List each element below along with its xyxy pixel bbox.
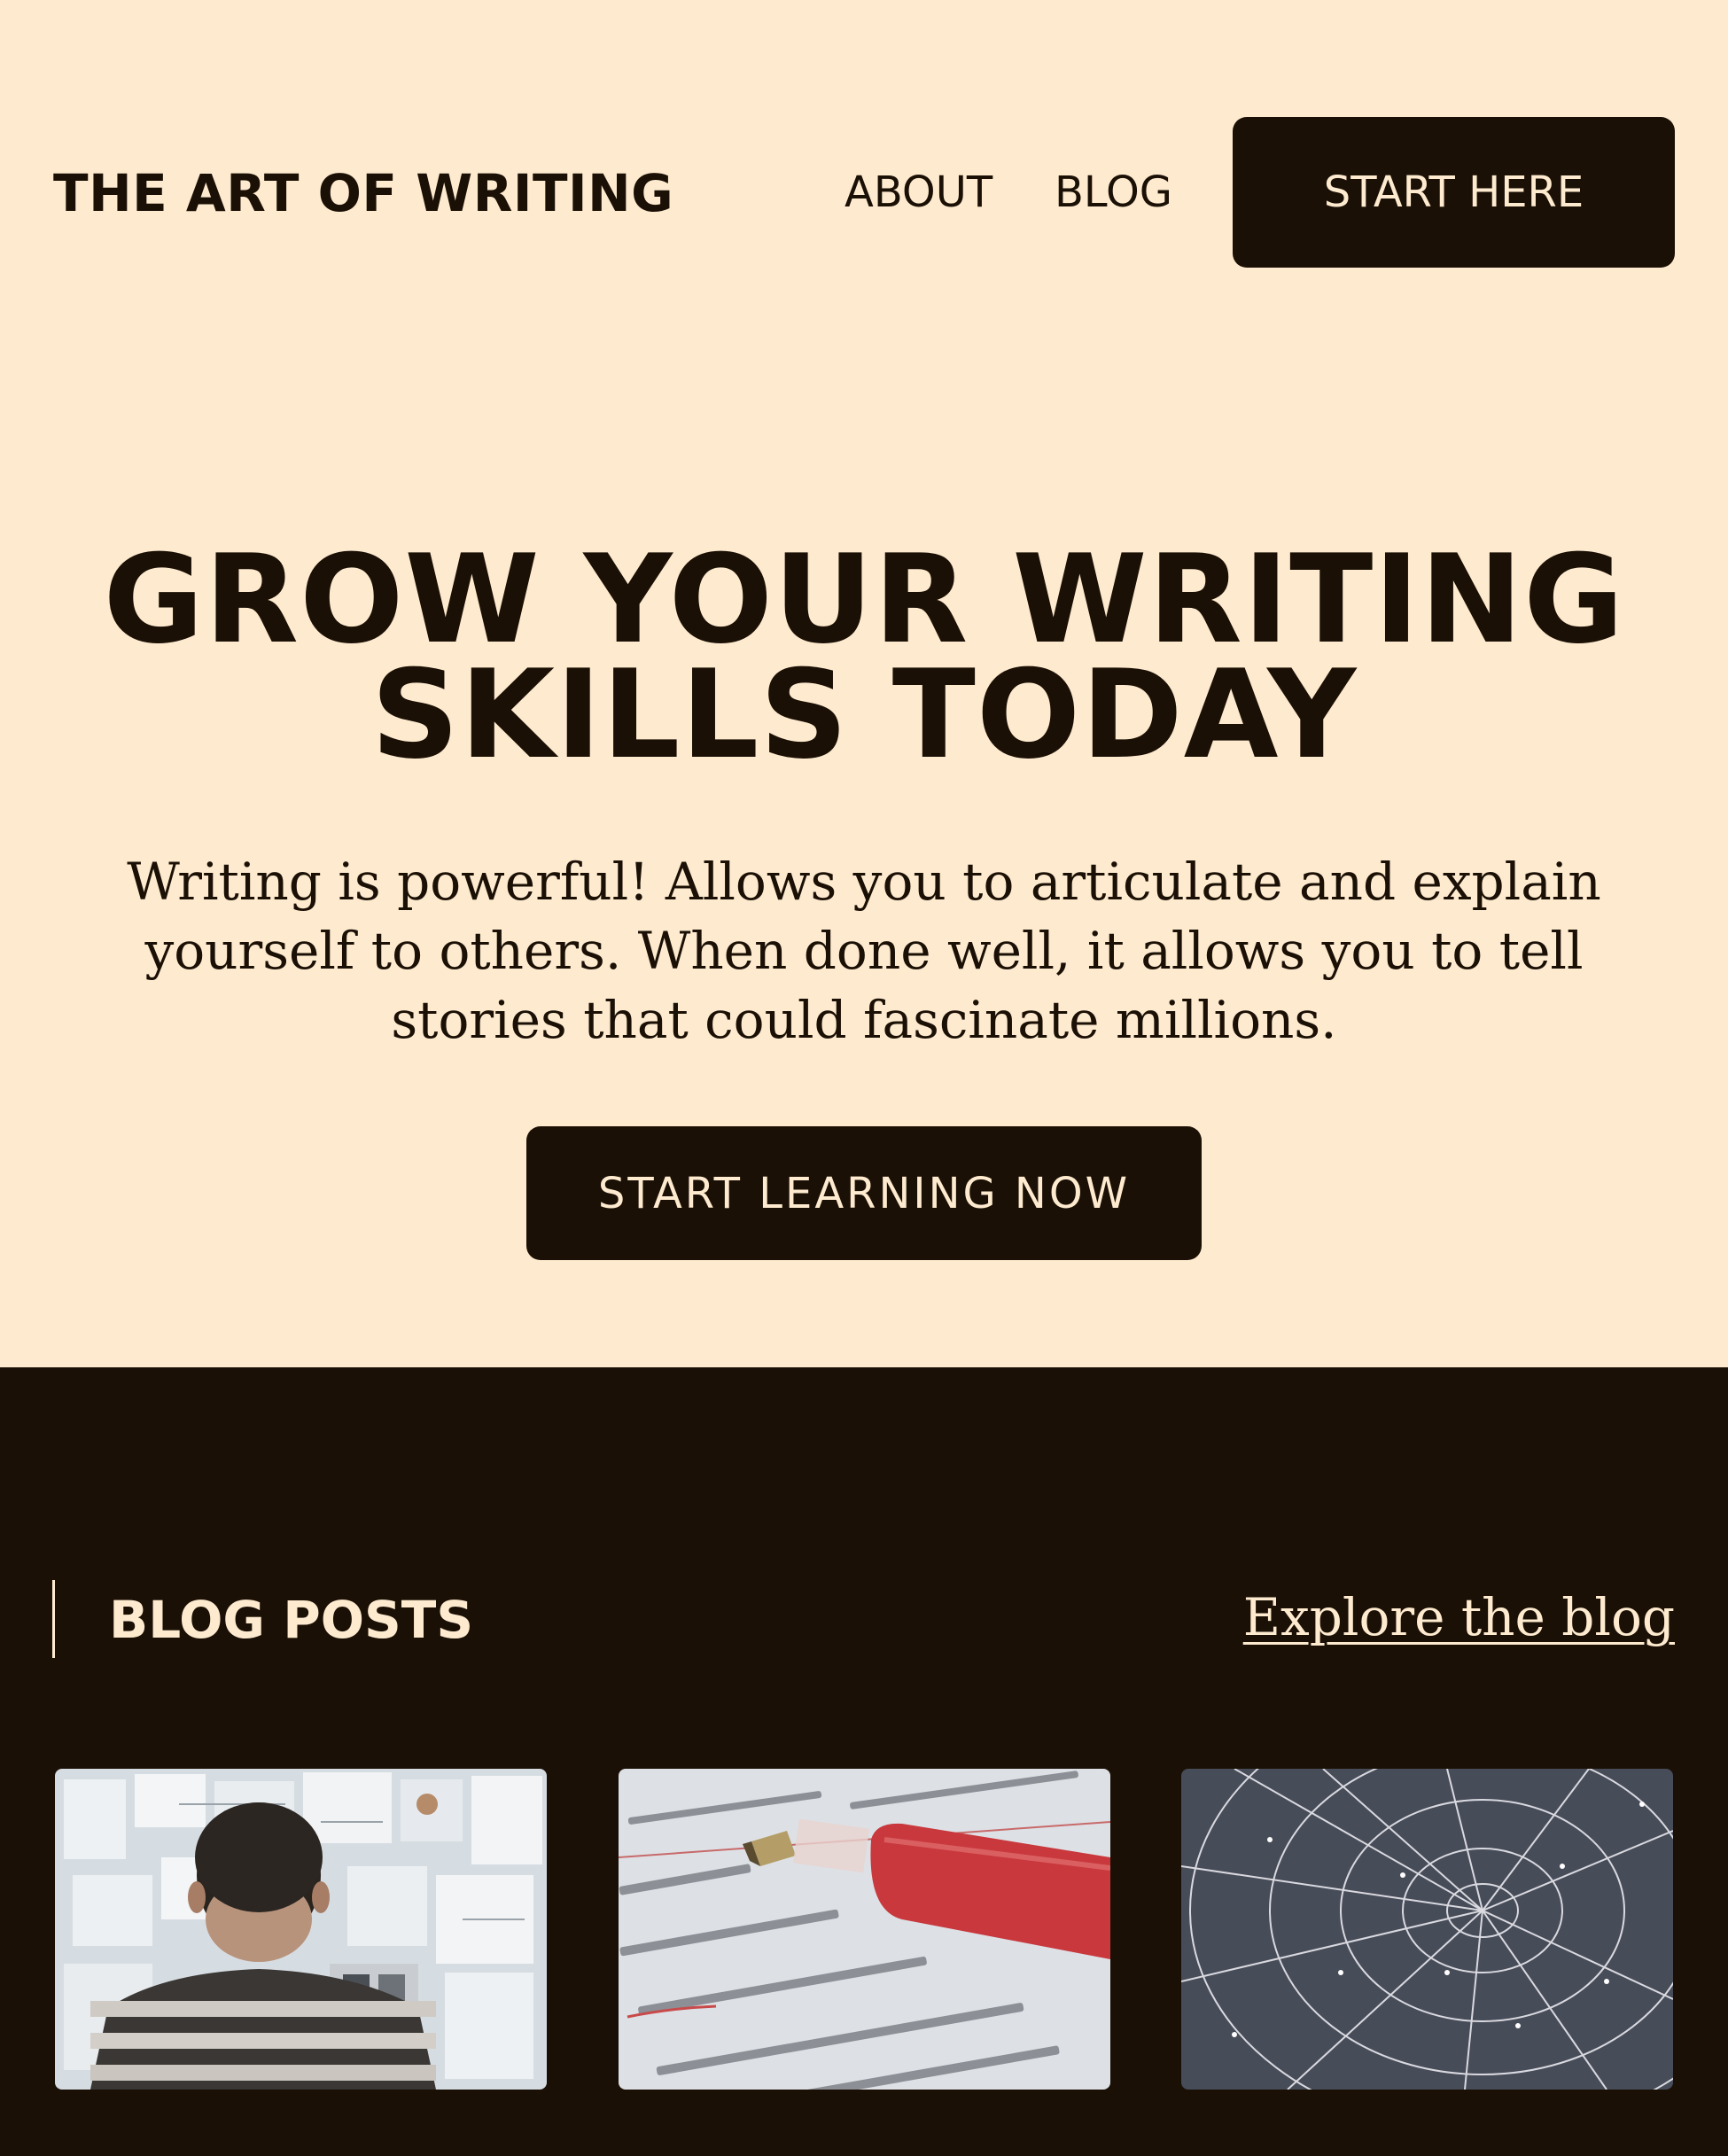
explore-blog-link[interactable]: Explore the blog [1243, 1585, 1675, 1649]
start-here-button[interactable]: START HERE [1233, 117, 1675, 268]
nav-link-blog[interactable]: BLOG [1055, 166, 1172, 219]
heading-divider [52, 1580, 55, 1658]
site-header: THE ART OF WRITING ABOUT BLOG START HERE [0, 0, 1728, 385]
blog-section: BLOG POSTS Explore the blog [0, 1367, 1728, 2156]
hero-description: Writing is powerful! Allows you to artic… [127, 852, 1601, 1050]
site-logo[interactable]: THE ART OF WRITING [53, 162, 673, 224]
blog-post-card-3[interactable] [1181, 1769, 1673, 2090]
blog-post-card-2[interactable] [619, 1769, 1110, 2090]
hero-title: GROW YOUR WRITING SKILLS TODAY [35, 539, 1693, 776]
spider-web-image [1181, 1769, 1673, 2090]
hero-title-line-2: SKILLS TODAY [370, 643, 1358, 786]
man-facing-wall-of-notes-image [55, 1769, 547, 2090]
red-pen-on-printed-text-image [619, 1769, 1110, 2090]
blog-heading: BLOG POSTS [109, 1590, 474, 1650]
nav-link-about[interactable]: ABOUT [845, 166, 992, 219]
blog-post-card-1[interactable] [55, 1769, 547, 2090]
start-learning-button[interactable]: START LEARNING NOW [526, 1126, 1202, 1260]
